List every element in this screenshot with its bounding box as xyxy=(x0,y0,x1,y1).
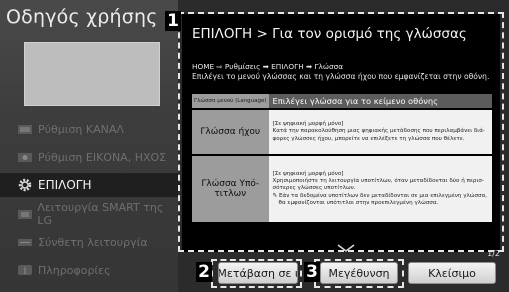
menu-item-label: ΕΠΙΛΟΓΗ xyxy=(38,178,92,192)
manual-title: Οδηγός χρήσης xyxy=(6,6,158,28)
antenna-icon xyxy=(16,123,34,135)
left-panel: Οδηγός χρήσης Ρύθμιση ΚΑΝΑΛ Ρύθμιση ΕΙΚΟ… xyxy=(0,0,184,292)
scroll-down-icon[interactable] xyxy=(337,244,355,253)
info-icon: i xyxy=(16,264,34,276)
close-button[interactable]: Κλείσιμο xyxy=(408,262,496,284)
picture-sound-icon xyxy=(16,151,34,163)
menu-item-option[interactable]: ΕΠΙΛΟΓΗ xyxy=(0,173,184,197)
svg-text:i: i xyxy=(24,267,27,277)
callout-badge-2: 2 xyxy=(196,262,212,282)
menu-item-label: Σύνθετη λειτουργία xyxy=(38,235,148,249)
callout-badge-1: 1 xyxy=(165,11,181,31)
gear-icon xyxy=(16,178,34,192)
menu-item-picture-sound[interactable]: Ρύθμιση ΕΙΚΟΝΑ, ΗΧΟΣ xyxy=(16,146,176,168)
preview-thumbnail xyxy=(24,42,160,106)
page-indicator: 1/2 xyxy=(487,249,500,258)
menu-item-info[interactable]: i Πληροφορίες xyxy=(16,259,176,281)
advanced-icon xyxy=(16,236,34,248)
menu-item-label: Ρύθμιση ΕΙΚΟΝΑ, ΗΧΟΣ xyxy=(38,150,167,164)
menu-item-label: Ρύθμιση ΚΑΝΑΛ xyxy=(38,122,124,136)
callout-frame-3 xyxy=(314,259,404,288)
menu-item-label: Λειτουργία SMART της LG xyxy=(37,201,164,227)
menu-item-smart[interactable]: Λειτουργία SMART της LG xyxy=(16,201,176,227)
menu-item-label: Πληροφορίες xyxy=(38,263,111,277)
callout-badge-3: 3 xyxy=(304,262,320,282)
menu-item-channel[interactable]: Ρύθμιση ΚΑΝΑΛ xyxy=(16,118,176,140)
callout-frame-2 xyxy=(211,259,302,288)
menu-item-advanced[interactable]: Σύνθετη λειτουργία xyxy=(16,231,176,253)
callout-frame-1 xyxy=(178,12,504,252)
smart-tv-icon xyxy=(16,208,33,220)
